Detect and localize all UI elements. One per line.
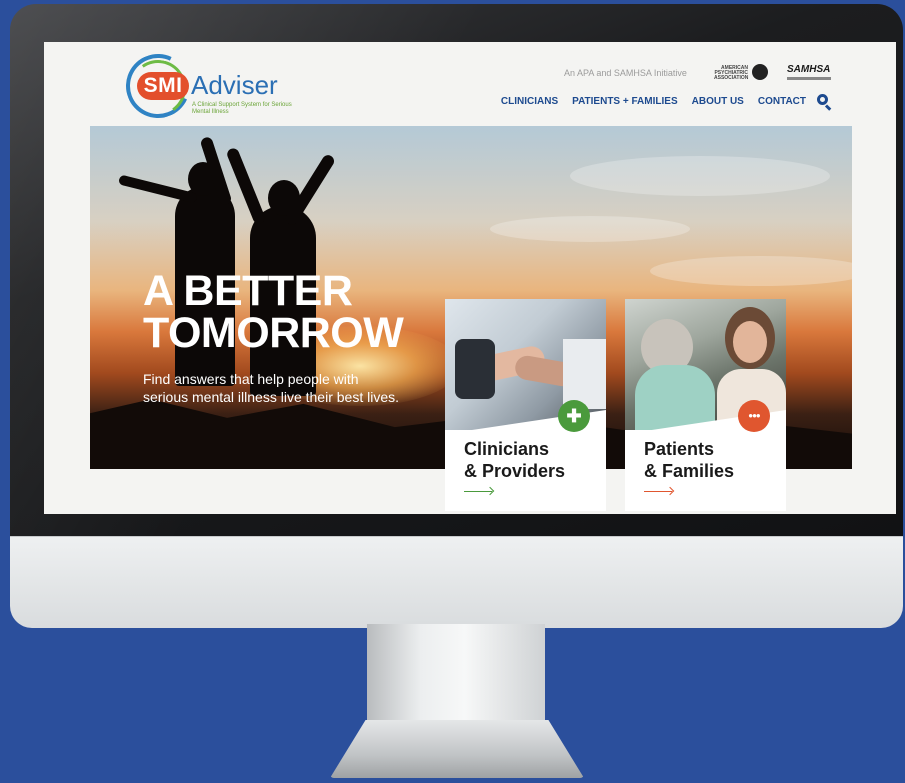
arrow-right-icon[interactable]	[464, 491, 492, 492]
logo-tagline: A Clinical Support System for Serious Me…	[192, 102, 292, 115]
card-clinicians[interactable]: ✚ Clinicians & Providers	[445, 299, 606, 511]
monitor-stand	[367, 624, 545, 724]
smi-adviser-logo[interactable]: SMI Adviser A Clinical Support System fo…	[116, 44, 292, 128]
apa-logo[interactable]: AMERICAN PSYCHIATRIC ASSOCIATION	[714, 64, 772, 82]
card-title: Patients & Families	[644, 439, 735, 481]
card-title: Clinicians & Providers	[464, 439, 566, 481]
nav-patients-families[interactable]: PATIENTS + FAMILIES	[572, 96, 677, 107]
apa-mark-icon	[752, 64, 768, 80]
initiative-text: An APA and SAMHSA Initiative	[564, 68, 687, 78]
nav-clinicians[interactable]: CLINICIANS	[501, 96, 558, 107]
nav-about-us[interactable]: ABOUT US	[692, 96, 744, 107]
arrow-right-icon[interactable]	[644, 491, 672, 492]
samhsa-logo[interactable]: SAMHSA	[787, 64, 830, 75]
hero-subtitle: Find answers that help people with serio…	[143, 371, 399, 405]
monitor: SMI Adviser A Clinical Support System fo…	[10, 4, 903, 628]
people-icon: ●●●	[738, 400, 770, 432]
main-nav: CLINICIANS PATIENTS + FAMILIES ABOUT US …	[487, 93, 832, 111]
website-screen: SMI Adviser A Clinical Support System fo…	[44, 42, 896, 514]
nav-contact[interactable]: CONTACT	[758, 96, 806, 107]
hero-title: A BETTER TOMORROW	[143, 267, 404, 357]
site-header: SMI Adviser A Clinical Support System fo…	[44, 42, 896, 128]
monitor-foot	[330, 720, 584, 778]
search-icon[interactable]	[816, 93, 832, 111]
logo-smi: SMI	[137, 72, 189, 100]
logo-adviser: Adviser	[191, 70, 278, 100]
monitor-chin	[10, 536, 903, 628]
card-patients-families[interactable]: ●●● Patients & Families	[625, 299, 786, 511]
plus-icon: ✚	[558, 400, 590, 432]
